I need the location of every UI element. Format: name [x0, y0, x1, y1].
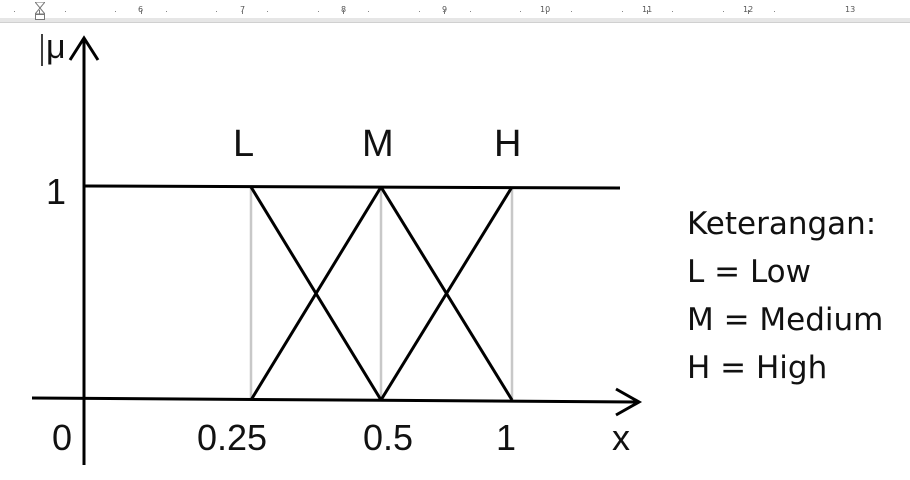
legend-title: Keterangan: [687, 206, 877, 242]
x-tick-025: 0.25 [197, 417, 267, 458]
y-tick-one: 1 [46, 171, 66, 212]
set-label-low: L [233, 123, 254, 165]
x-axis [31, 396, 639, 404]
x-tick-05: 0.5 [363, 417, 413, 458]
legend-item-low: L = Low [687, 254, 811, 290]
membership-one-line [83, 184, 621, 190]
legend-item-high: H = High [687, 350, 828, 386]
legend: Keterangan: L = Low M = Medium H = High [687, 200, 883, 392]
set-label-medium: M [362, 123, 394, 165]
set-label-high: H [494, 123, 521, 165]
x-tick-1: 1 [496, 417, 516, 458]
origin-label: 0 [52, 417, 72, 458]
legend-item-medium: M = Medium [687, 302, 884, 338]
y-axis-label: μ [46, 28, 66, 66]
x-axis-label: x [612, 417, 630, 458]
